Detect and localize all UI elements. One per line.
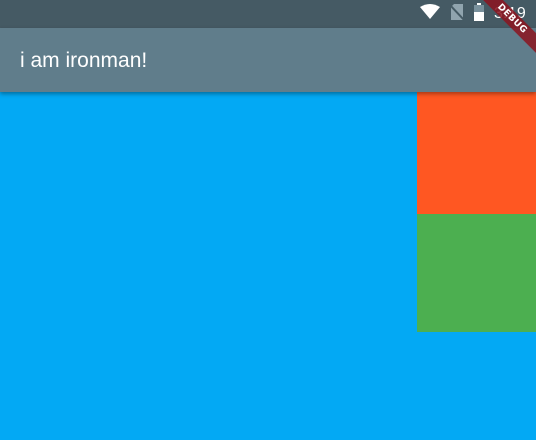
green-box <box>417 214 536 332</box>
body-content <box>0 92 536 440</box>
orange-box <box>417 92 536 214</box>
app-bar: i am ironman! <box>0 28 536 92</box>
status-icons: 3:19 <box>420 0 526 28</box>
battery-icon <box>474 2 485 26</box>
app-bar-title: i am ironman! <box>20 49 148 72</box>
app-screen: 3:19 i am ironman! DEBUG <box>0 0 536 440</box>
status-bar: 3:19 <box>0 0 536 28</box>
wifi-icon <box>420 3 441 25</box>
no-sim-icon <box>449 3 465 26</box>
status-time: 3:19 <box>494 5 526 22</box>
